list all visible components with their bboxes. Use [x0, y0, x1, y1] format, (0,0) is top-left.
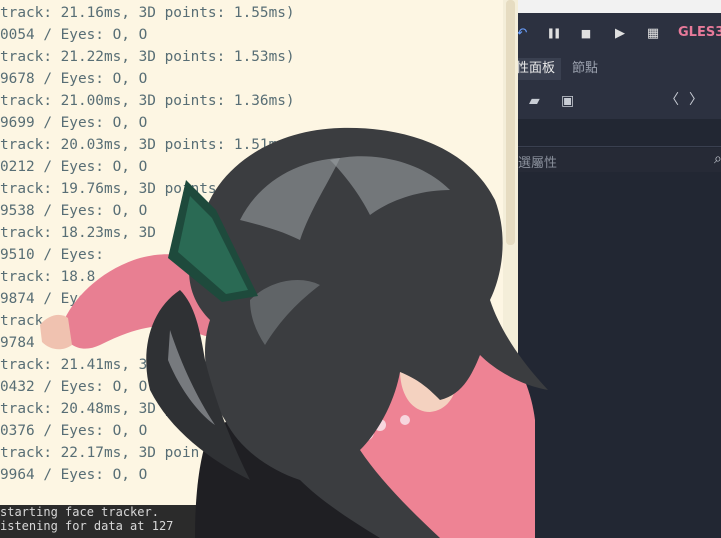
character-hand	[40, 314, 72, 350]
character-model	[40, 127, 548, 538]
flower-decoration	[400, 415, 410, 425]
